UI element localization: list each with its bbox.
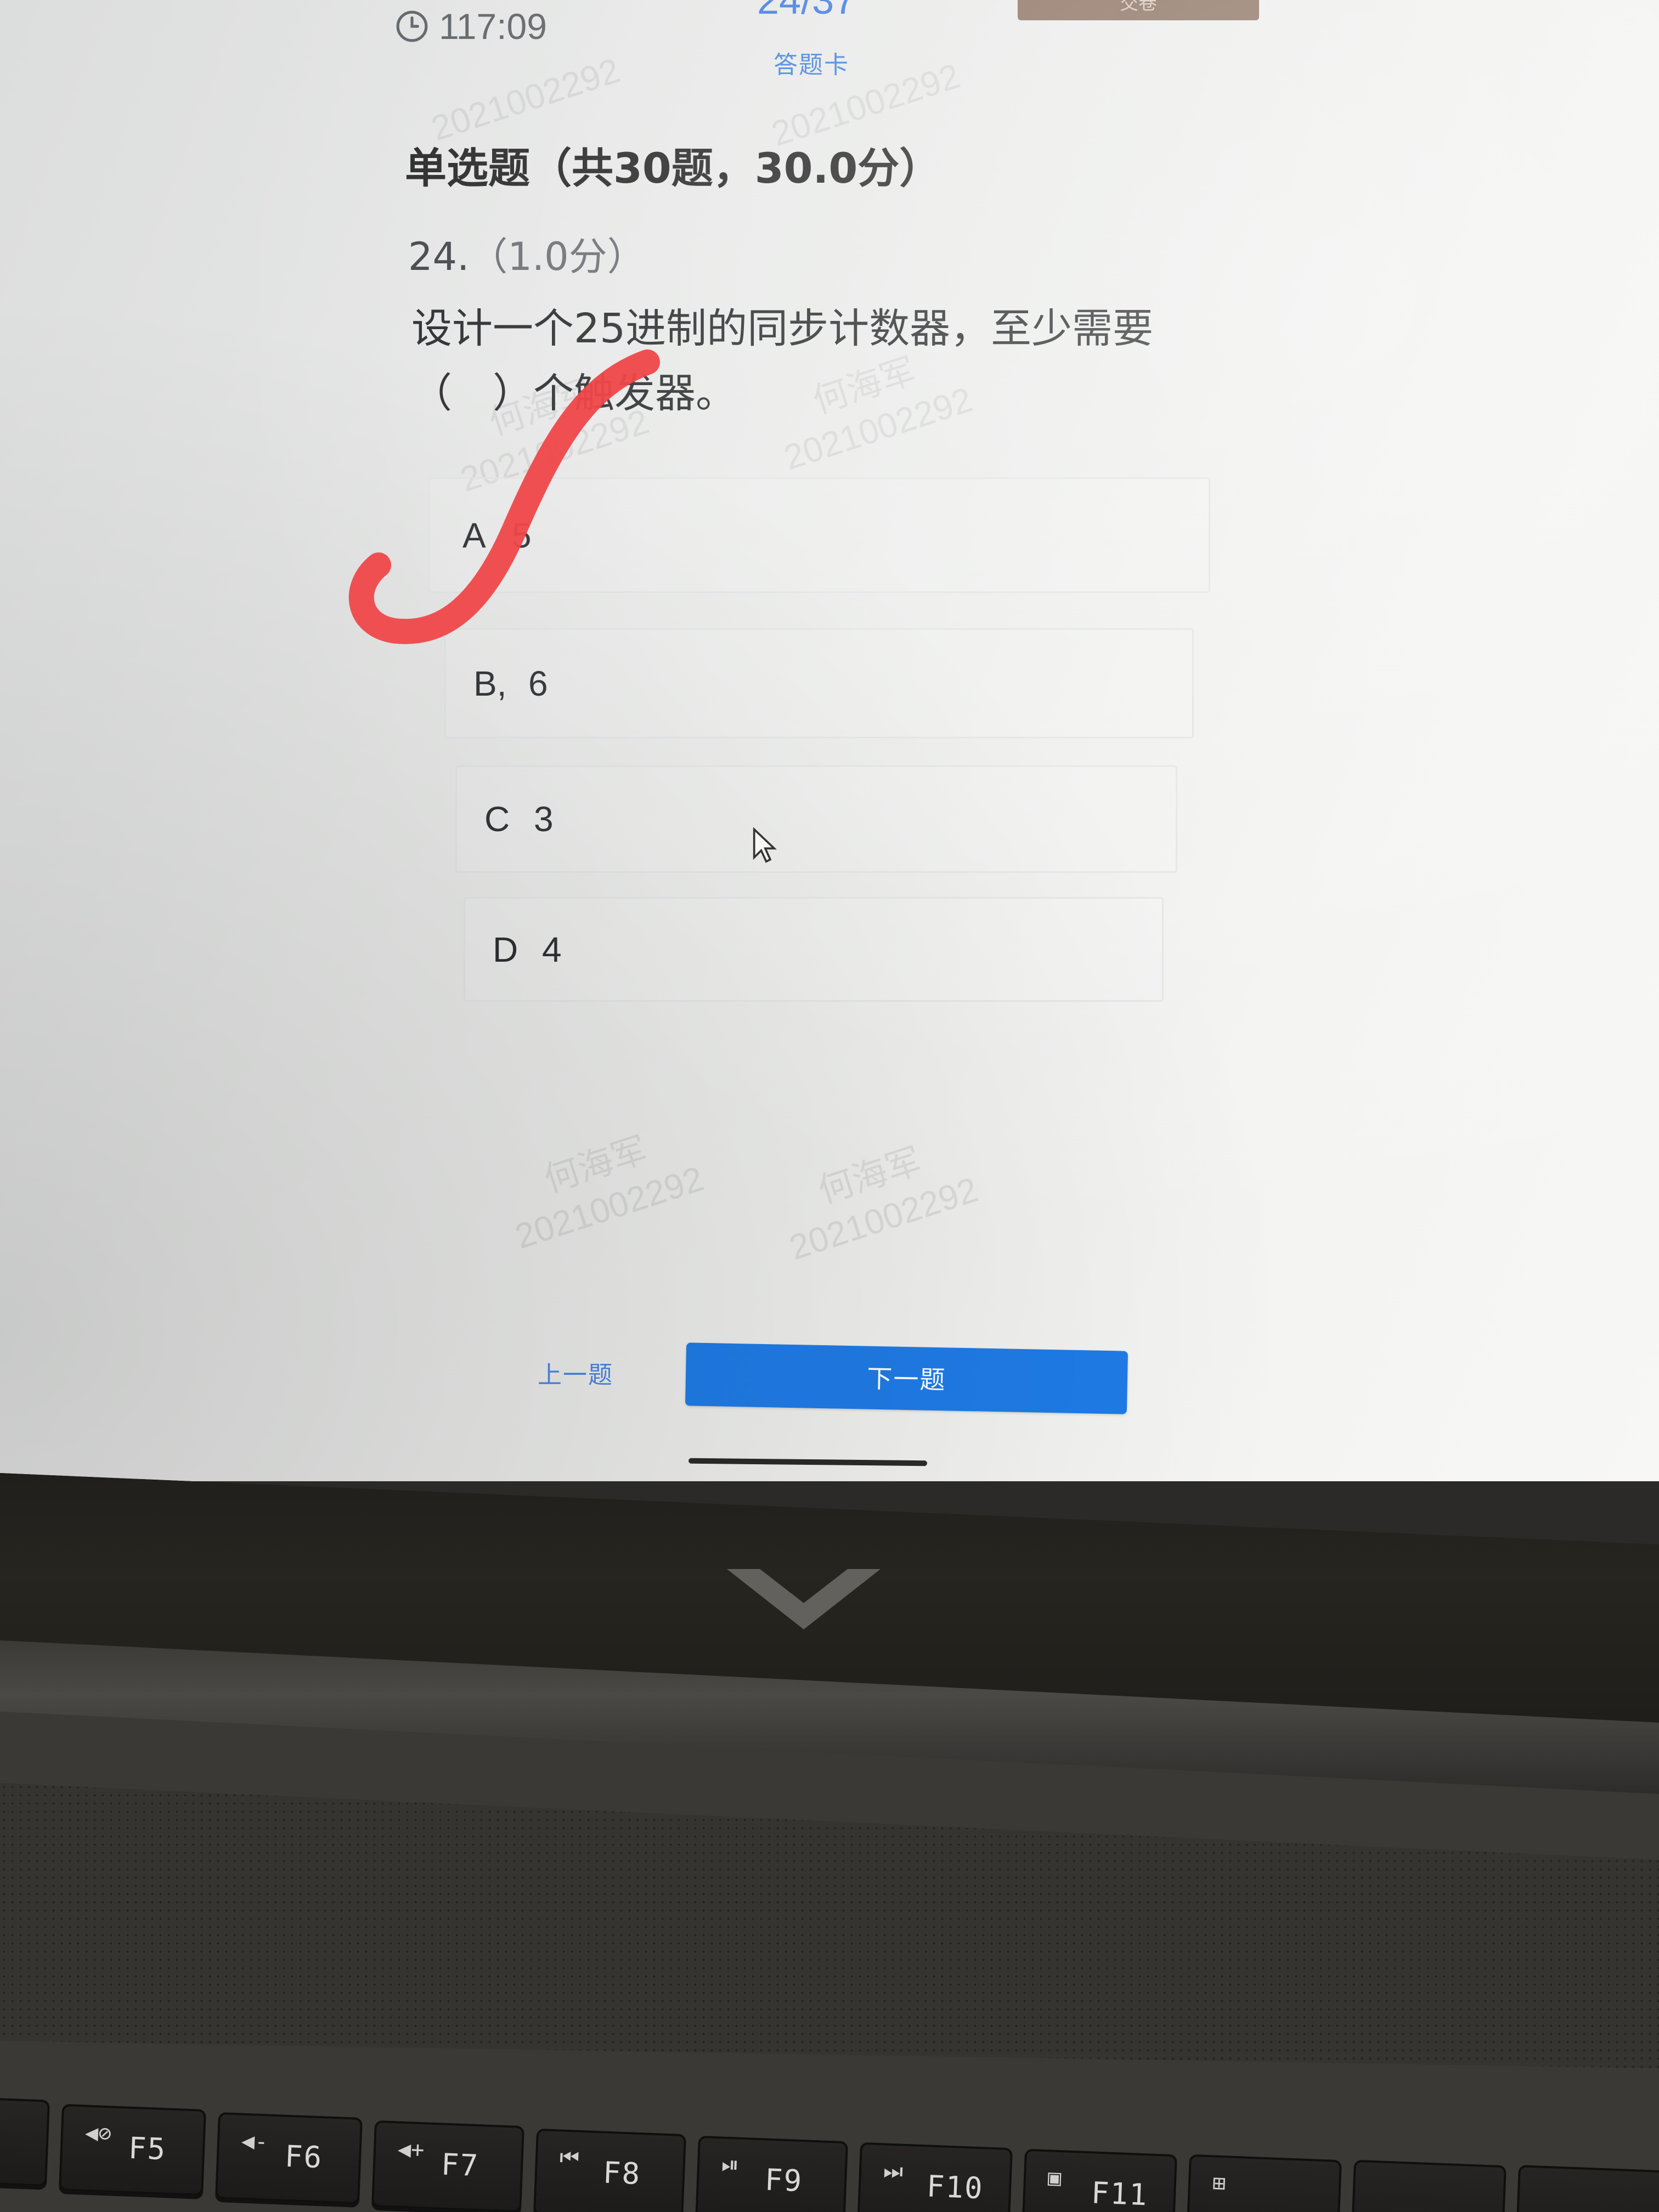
watermark-id: 2021002292 bbox=[426, 50, 625, 149]
key-label: F10 bbox=[926, 2169, 984, 2206]
watermark: 何海军 2021002292 bbox=[770, 1124, 983, 1270]
function-key-f7[interactable]: ◀+ F7 bbox=[371, 2120, 524, 2212]
question-score: （1.0分） bbox=[469, 234, 646, 279]
laptop-screen: 117:09 24/37 答题卡 交卷 2021002292 202100229… bbox=[0, 0, 1659, 1481]
function-key-f11[interactable]: ▣ F11 bbox=[1022, 2148, 1177, 2212]
function-key-f6[interactable]: ◀- F6 bbox=[215, 2112, 363, 2204]
next-question-button[interactable]: 下一题 bbox=[685, 1342, 1128, 1414]
volume-down-icon: ◀- bbox=[241, 2128, 269, 2155]
option-a[interactable]: A 5 bbox=[428, 477, 1210, 593]
volume-up-icon: ◀+ bbox=[397, 2136, 425, 2163]
function-key-f9[interactable]: ⏯ F9 bbox=[695, 2135, 848, 2212]
question-header: 24.（1.0分） bbox=[408, 226, 646, 281]
key-label: F7 bbox=[440, 2147, 480, 2183]
key-label: F9 bbox=[764, 2162, 804, 2199]
option-value: 5 bbox=[512, 515, 532, 555]
option-c[interactable]: C 3 bbox=[455, 765, 1177, 873]
option-b[interactable]: B, 6 bbox=[444, 628, 1194, 738]
key-label: F11 bbox=[1090, 2175, 1149, 2212]
home-indicator bbox=[688, 1458, 928, 1466]
answer-card-link[interactable]: 答题卡 bbox=[774, 45, 849, 80]
mouse-cursor-icon bbox=[753, 827, 777, 863]
question-text: 设计一个25进制的同步计数器，至少需要（ ）个触发器。 bbox=[411, 305, 1154, 417]
photo-stage: 117:09 24/37 答题卡 交卷 2021002292 202100229… bbox=[0, 0, 1659, 2212]
option-letter: A bbox=[462, 515, 486, 555]
option-d[interactable]: D 4 bbox=[464, 897, 1164, 1002]
option-value: 4 bbox=[542, 929, 562, 969]
next-track-icon: ⏭ bbox=[883, 2158, 904, 2185]
option-letter: B, bbox=[473, 663, 507, 703]
brand-logo-icon bbox=[727, 1569, 881, 1629]
function-key-f5[interactable]: ◀⊘ F5 bbox=[59, 2104, 206, 2196]
key-label: F8 bbox=[602, 2155, 642, 2192]
timer-value: 117:09 bbox=[439, 6, 547, 47]
windows-lock-icon: ⊞ bbox=[1212, 2170, 1227, 2197]
submit-exam-button[interactable]: 交卷 bbox=[1018, 0, 1259, 20]
question-number: 24. bbox=[408, 234, 470, 279]
touchpad-icon: ▣ bbox=[1047, 2165, 1062, 2191]
question-progress: 24/37 bbox=[757, 0, 856, 22]
clock-icon bbox=[396, 10, 428, 42]
function-key-f8[interactable]: ⏮ F8 bbox=[533, 2128, 686, 2212]
option-letter: D bbox=[493, 929, 518, 969]
function-key-f12[interactable]: ⊞ bbox=[1186, 2154, 1342, 2212]
key-label: F6 bbox=[284, 2138, 324, 2175]
option-letter: C bbox=[484, 799, 510, 839]
prev-question-link[interactable]: 上一题 bbox=[538, 1355, 613, 1390]
function-key[interactable] bbox=[1515, 2165, 1659, 2212]
function-key[interactable] bbox=[0, 2097, 50, 2187]
function-key[interactable] bbox=[1351, 2159, 1506, 2212]
previous-track-icon: ⏮ bbox=[559, 2145, 580, 2171]
option-value: 6 bbox=[528, 663, 548, 703]
mute-icon: ◀⊘ bbox=[84, 2120, 112, 2147]
function-key-f10[interactable]: ⏭ F10 bbox=[857, 2142, 1013, 2212]
exam-timer: 117:09 bbox=[395, 5, 547, 47]
watermark: 何海军 2021002292 bbox=[495, 1113, 709, 1259]
play-pause-icon: ⏯ bbox=[721, 2152, 740, 2178]
option-value: 3 bbox=[534, 799, 554, 839]
section-title: 单选题（共30题，30.0分） bbox=[405, 144, 941, 193]
key-label: F5 bbox=[127, 2130, 167, 2167]
